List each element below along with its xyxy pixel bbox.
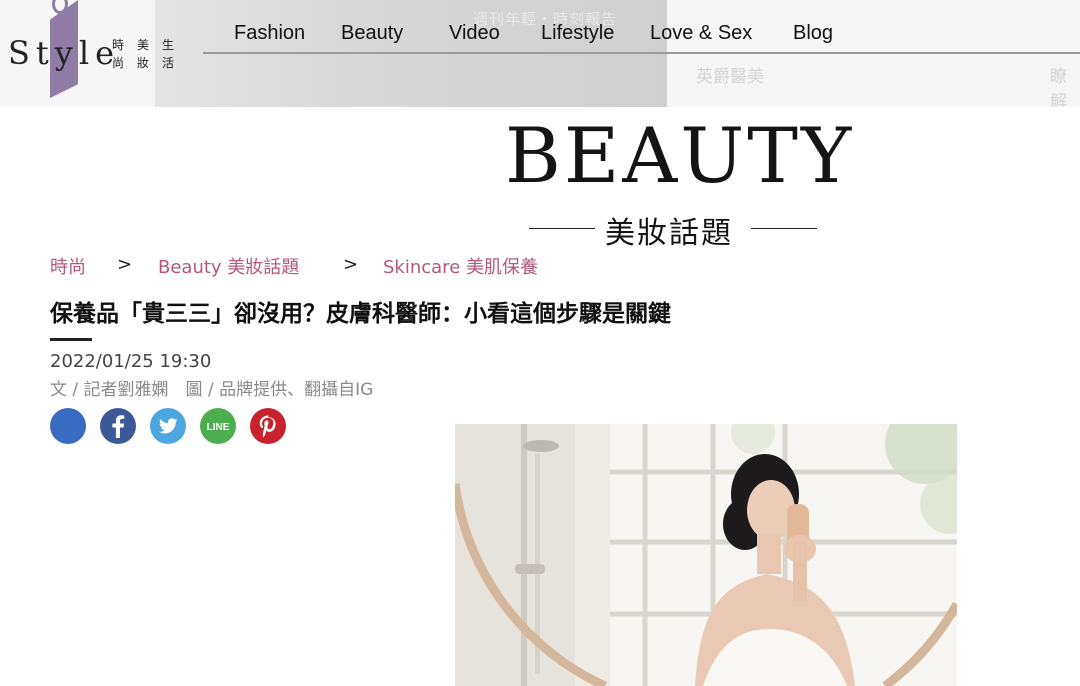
section-subtitle-block: 美妝話題 (529, 206, 819, 251)
article-date: 2022/01/25 19:30 (50, 351, 212, 372)
pinterest-icon (250, 408, 286, 444)
section-subtitle: 美妝話題 (605, 216, 733, 251)
logo-tagline: 時美生尚妝活 (112, 36, 192, 72)
share-line-button[interactable]: LINE (200, 408, 236, 444)
share-pinterest-button[interactable] (250, 408, 286, 444)
section-title: BEAUTY (505, 111, 855, 200)
nav-item-blog[interactable]: Blog (793, 22, 833, 45)
nav-item-beauty[interactable]: Beauty (341, 22, 403, 45)
circle-icon (50, 408, 86, 444)
breadcrumb-separator: > (343, 254, 359, 275)
main-nav: Fashion Beauty Video Lifestyle Love & Se… (203, 20, 1080, 54)
divider (529, 228, 595, 229)
logo-tagline-char: 美 (137, 38, 150, 52)
share-facebook-button[interactable] (100, 408, 136, 444)
line-label: LINE (207, 422, 230, 433)
site-logo[interactable]: Style 時美生尚妝活 (8, 0, 188, 100)
header-ad-caption-2: 瞭解 (1050, 67, 1067, 107)
logo-text: Style (8, 34, 121, 72)
article-hero-image (455, 424, 957, 686)
breadcrumb-item-beauty[interactable]: Beauty 美妝話題 (158, 253, 299, 279)
breadcrumb-separator: > (117, 254, 133, 275)
facebook-icon (100, 408, 136, 444)
title-underline (50, 338, 92, 341)
logo-tagline-char: 尚 (112, 56, 125, 70)
logo-tagline-char: 活 (162, 56, 175, 70)
divider (751, 228, 817, 229)
twitter-icon (150, 408, 186, 444)
logo-tagline-char: 時 (112, 38, 125, 52)
site-header: 週刊年輕・時刻報告 英爵醫美 瞭解 Style 時美生尚妝活 Fashion B… (0, 0, 1080, 107)
nav-item-lifestyle[interactable]: Lifestyle (541, 22, 614, 45)
line-icon: LINE (200, 408, 236, 444)
logo-tagline-char: 妝 (137, 56, 150, 70)
share-twitter-button[interactable] (150, 408, 186, 444)
header-ad-caption: 英爵醫美 (696, 67, 764, 87)
share-button-blank[interactable] (50, 408, 86, 444)
nav-item-video[interactable]: Video (449, 22, 500, 45)
article-title: 保養品「貴三三」卻沒用？皮膚科醫師：小看這個步驟是關鍵 (50, 301, 671, 327)
logo-tagline-char: 生 (162, 38, 175, 52)
article-byline: 文 / 記者劉雅嫻 圖 / 品牌提供、翻攝自IG (50, 380, 374, 400)
breadcrumb-item-fashion[interactable]: 時尚 (50, 253, 86, 279)
nav-item-fashion[interactable]: Fashion (234, 22, 305, 45)
nav-item-love-sex[interactable]: Love & Sex (650, 22, 752, 45)
hero-photo (455, 424, 957, 686)
breadcrumb-item-skincare[interactable]: Skincare 美肌保養 (383, 253, 538, 279)
